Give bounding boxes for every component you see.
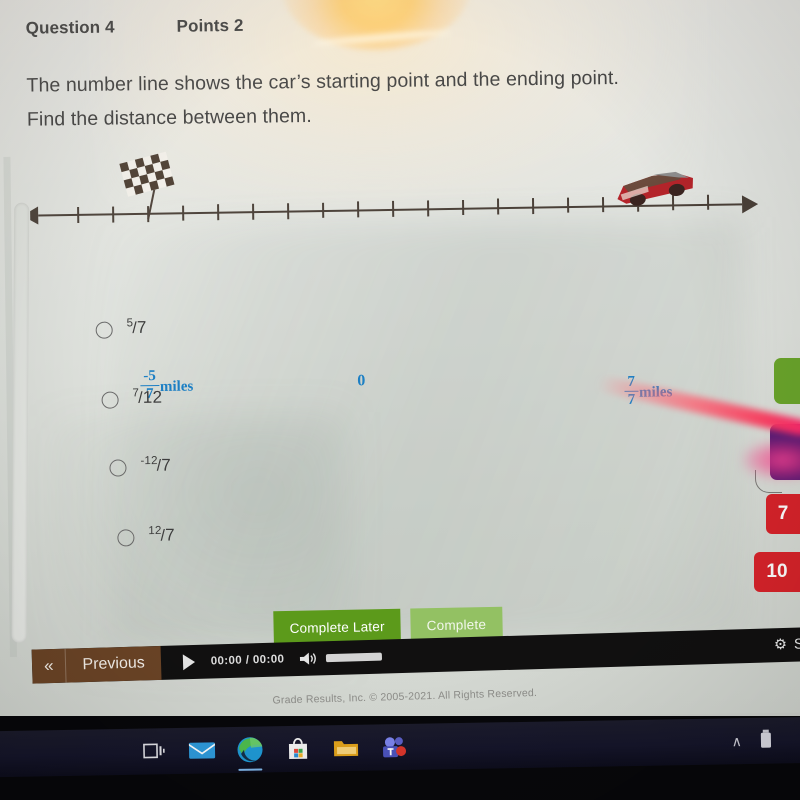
answer-c-numerator: -12 <box>140 454 158 468</box>
battery-icon[interactable] <box>760 728 772 753</box>
number-line-label-right: 7 7 miles <box>624 374 672 408</box>
fraction-right: 7 7 <box>624 374 639 408</box>
previous-button[interactable]: « Previous <box>31 645 162 684</box>
taskbar-items: ∧ <box>0 716 800 778</box>
settings-label: Se <box>793 636 800 653</box>
system-tray: ∧ <box>731 727 800 754</box>
microsoft-edge-icon[interactable] <box>226 726 275 773</box>
answer-label-a: 5/7 <box>127 317 147 338</box>
microsoft-store-icon[interactable] <box>274 725 323 772</box>
answer-a-denominator: 7 <box>136 317 147 337</box>
answer-option-b[interactable]: 7/12 <box>101 383 457 454</box>
file-explorer-icon[interactable] <box>322 725 371 772</box>
task-view-icon[interactable] <box>130 728 179 775</box>
answer-label-d: 12/7 <box>148 525 175 546</box>
gear-icon: ⚙ <box>773 636 788 654</box>
chevron-left-double-icon[interactable]: « <box>31 648 68 684</box>
quiz-content: Question 4 Points 2 The number line show… <box>0 0 800 723</box>
answer-option-d[interactable]: 12/7 <box>117 521 459 591</box>
question-points: Points 2 <box>176 15 244 36</box>
answer-label-b: 7/12 <box>132 387 162 408</box>
copyright-notice: Grade Results, Inc. © 2005-2021. All Rig… <box>272 686 538 707</box>
answer-b-denominator: 12 <box>142 387 163 407</box>
answer-options: 5/7 7/12 -12/7 12/7 <box>95 313 459 582</box>
units-right: miles <box>638 384 673 401</box>
play-icon[interactable] <box>182 653 195 671</box>
playback-time: 00:00 / 00:00 <box>210 653 285 668</box>
fraction-right-numerator: 7 <box>624 374 639 392</box>
microsoft-teams-icon[interactable] <box>370 724 419 771</box>
answer-c-denominator: 7 <box>161 455 172 475</box>
radio-button-b[interactable] <box>101 391 119 409</box>
windows-taskbar: ∧ <box>0 716 800 800</box>
show-hidden-icons-chevron[interactable]: ∧ <box>732 733 743 749</box>
laptop-screen-surface: Question 4 Points 2 The number line show… <box>0 0 800 724</box>
mail-icon[interactable] <box>178 727 227 774</box>
question-header: Question 4 Points 2 <box>26 16 244 39</box>
checkered-flag-icon <box>119 151 175 220</box>
radio-button-d[interactable] <box>117 529 135 547</box>
settings-button[interactable]: ⚙ Se <box>774 636 800 653</box>
race-car-icon <box>617 171 693 206</box>
number-line-figure: -5 7 miles 0 7 7 miles <box>29 139 771 408</box>
question-number: Question 4 <box>25 17 115 38</box>
radio-button-a[interactable] <box>95 321 113 339</box>
radio-button-c[interactable] <box>109 459 127 477</box>
answer-option-a[interactable]: 5/7 <box>95 313 457 384</box>
fraction-right-denominator: 7 <box>627 391 636 408</box>
answer-d-denominator: 7 <box>165 525 176 545</box>
question-prompt: The number line shows the car’s starting… <box>26 59 767 137</box>
photographed-screen: Question 4 Points 2 The number line show… <box>0 0 800 800</box>
previous-label[interactable]: Previous <box>66 646 161 683</box>
speaker-icon[interactable] <box>298 650 318 667</box>
volume-slider[interactable] <box>326 652 383 663</box>
answer-label-c: -12/7 <box>140 455 171 476</box>
answer-option-c[interactable]: -12/7 <box>109 451 458 522</box>
